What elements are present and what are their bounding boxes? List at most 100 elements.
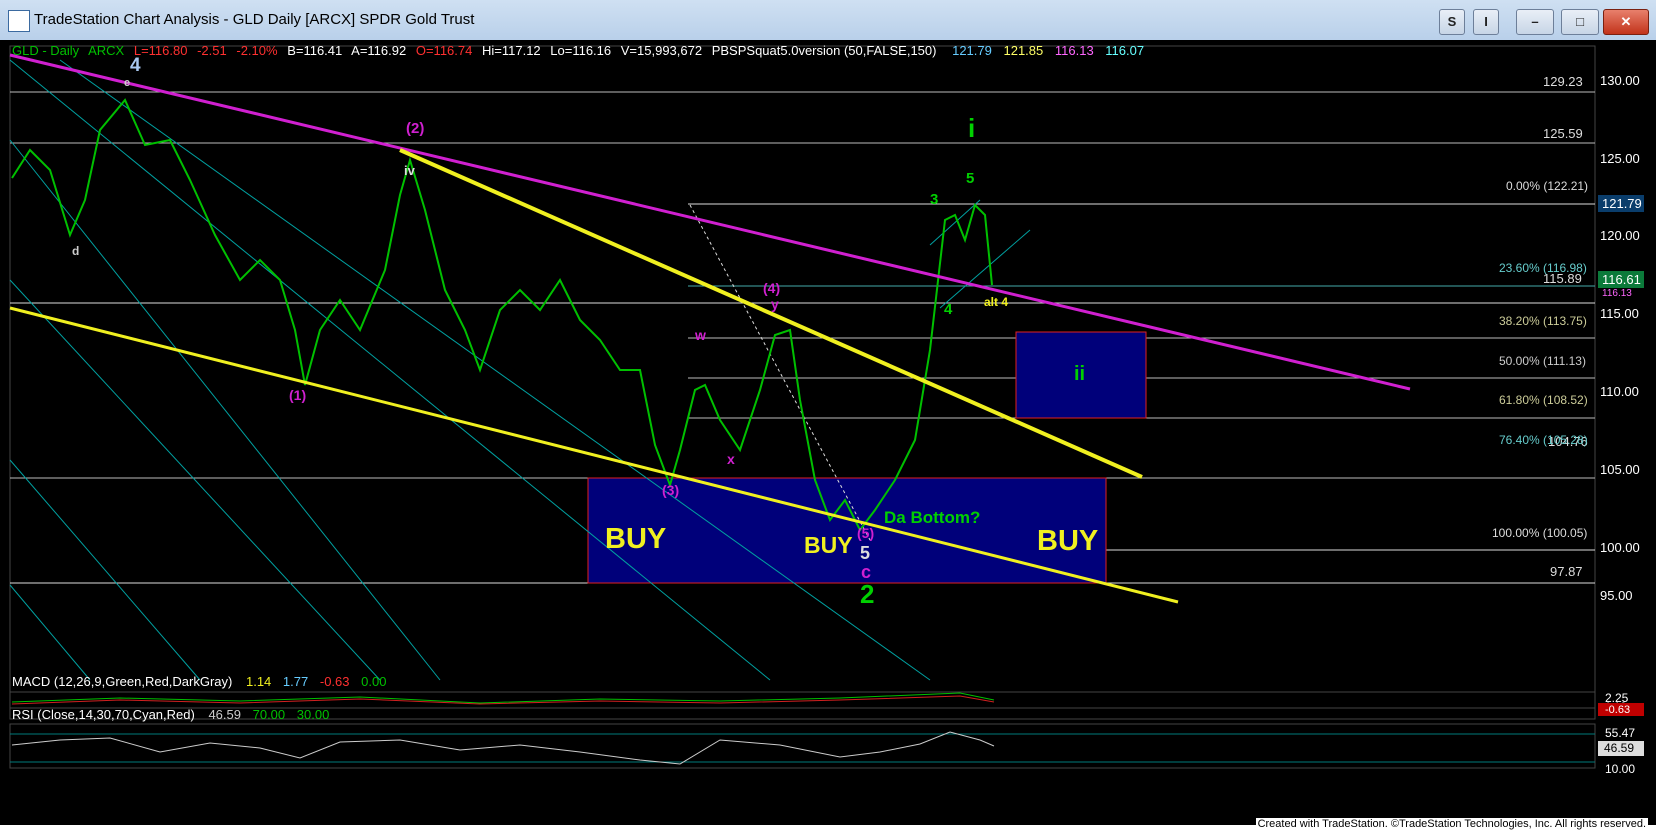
rsi-label: RSI (Close,14,30,70,Cyan,Red) (12, 707, 195, 722)
fib-labels: 0.00% (122.21) 23.60% (116.98) 38.20% (1… (1492, 179, 1588, 540)
macd-v3: -0.63 (320, 674, 350, 689)
wave-x-label: x (727, 451, 735, 467)
price-tick: 100.00 (1600, 540, 1640, 555)
fib-label-618: 61.80% (108.52) (1499, 393, 1588, 407)
header-study: PBSPSquat5.0version (50,FALSE,150) (712, 43, 937, 58)
rsi-axis-value: 46.59 (1604, 741, 1634, 755)
magenta-trendline (9, 53, 1411, 391)
chart-svg[interactable]: GLD - Daily ARCX L=116.80 -2.51 -2.10% B… (0, 40, 1656, 825)
macd-v4: 0.00 (361, 674, 386, 689)
price-panel-frame (9, 45, 1596, 720)
indicator-button[interactable]: I (1473, 9, 1499, 35)
last-price-label: 121.79 (1602, 196, 1642, 211)
header-v4: 116.07 (1105, 43, 1144, 58)
header-change: -2.51 (197, 43, 227, 58)
price-tick: 105.00 (1600, 462, 1640, 477)
minimize-button[interactable]: – (1516, 9, 1554, 35)
wave-1-paren-label: (1) (289, 387, 306, 403)
price-tick: 125.00 (1600, 151, 1640, 166)
price-tick: 130.00 (1600, 73, 1640, 88)
svg-text:GLD - Daily ARCX L=116: GLD - Daily ARCX L=116.80 -2.51 -2.10% B… (12, 43, 1144, 58)
wave-y-label: y (771, 296, 779, 312)
fib-label-382: 38.20% (113.75) (1499, 314, 1587, 328)
buy-label-right: BUY (1037, 525, 1098, 557)
cyan-channel-lines (9, 59, 1031, 681)
wave-w-label: w (694, 327, 706, 343)
macd-v2: 1.77 (283, 674, 308, 689)
svg-text:MACD (12,26,9,Green,Red,DarkGr: MACD (12,26,9,Green,Red,DarkGray) 1.14 1… (12, 674, 386, 689)
buy-label-mid: BUY (804, 532, 853, 558)
wave-3-green-label: 3 (930, 191, 938, 208)
buy-label-left: BUY (605, 523, 666, 555)
chart-app-icon (8, 10, 30, 32)
wave-5-white-label: 5 (860, 543, 870, 563)
header-volume: V=15,993,672 (621, 43, 702, 58)
wave-labels: 4 e d iv (2) (1) (3) (4) (5) w x y 5 c 2… (72, 55, 1098, 609)
wave-5-paren-label: (5) (857, 525, 874, 541)
wave-5-green-label: 5 (966, 170, 974, 187)
rsi-axis-hi: 55.47 (1605, 726, 1635, 740)
header-pct: -2.10% (236, 43, 278, 58)
chart-area[interactable]: GLD - Daily ARCX L=116.80 -2.51 -2.10% B… (0, 40, 1656, 825)
svg-text:RSI (Close,14,30,70,Cyan,Red): RSI (Close,14,30,70,Cyan,Red) 46.59 70.0… (12, 707, 329, 722)
price-axis: 130.00 125.00 120.00 115.00 110.00 105.0… (1600, 73, 1640, 603)
current-price-label: 116.61 (1602, 272, 1641, 287)
fib-label-764: 76.40% (105.28) (1499, 433, 1588, 447)
macd-signal-line (11, 695, 995, 705)
level-label: 129.23 (1543, 74, 1583, 89)
fib-label-0: 0.00% (122.21) (1506, 179, 1588, 193)
maximize-button[interactable]: □ (1561, 9, 1599, 35)
header-symbol: GLD - Daily (12, 43, 80, 58)
footer-credit: Created with TradeStation. ©TradeStation… (1255, 818, 1648, 830)
rsi-v2: 70.00 (253, 707, 286, 722)
header-ask: A=116.92 (351, 43, 406, 58)
da-bottom-label: Da Bottom? (884, 508, 980, 527)
macd-v1: 1.14 (246, 674, 271, 689)
header-high: Hi=117.12 (482, 43, 541, 58)
rsi-v3: 30.00 (297, 707, 330, 722)
macd-panel-frame (9, 691, 1596, 709)
fib-label-236: 23.60% (116.98) (1499, 261, 1587, 275)
wave-4-green-label: 4 (944, 301, 953, 318)
symbol-link-button[interactable]: S (1439, 9, 1465, 35)
wave-3-paren-label: (3) (662, 482, 679, 498)
header-bid: B=116.41 (287, 43, 342, 58)
wave-d-label: d (72, 244, 79, 258)
wave-4-paren-label: (4) (763, 280, 780, 296)
rsi-v1: 46.59 (208, 707, 241, 722)
header-v3: 116.13 (1055, 43, 1094, 58)
header-v1: 121.79 (952, 43, 992, 58)
fib-label-50: 50.00% (111.13) (1499, 354, 1586, 368)
macd-axis-value: -0.63 (1605, 704, 1630, 716)
close-button[interactable]: ✕ (1603, 9, 1649, 35)
alt-4-label: alt 4 (984, 295, 1008, 309)
header-exchange: ARCX (88, 43, 124, 58)
level-label: 97.87 (1550, 564, 1583, 579)
wave-4-label: 4 (130, 55, 141, 76)
rsi-axis-lo: 10.00 (1605, 762, 1635, 776)
header-v2: 121.85 (1003, 43, 1043, 58)
window-title: TradeStation Chart Analysis - GLD Daily … (34, 11, 475, 28)
wave-ii-label: ii (1074, 363, 1085, 385)
wave-e-label: e (124, 77, 130, 89)
macd-label: MACD (12,26,9,Green,Red,DarkGray) (12, 674, 232, 689)
wave-2-green-label: 2 (860, 579, 874, 609)
price-tick: 115.00 (1600, 306, 1639, 321)
wave-2-paren-label: (2) (406, 120, 424, 137)
title-bar: TradeStation Chart Analysis - GLD Daily … (0, 0, 1656, 41)
macd-line (11, 692, 995, 704)
header-open: O=116.74 (416, 43, 473, 58)
fib-label-100: 100.00% (100.05) (1492, 526, 1587, 540)
price-bars (11, 98, 993, 532)
yellow-trendline-upper (399, 148, 1143, 479)
wave-iv-label: iv (404, 163, 416, 178)
rsi-panel-frame (9, 723, 1596, 769)
rsi-line (11, 731, 995, 765)
price-tick: 110.00 (1600, 384, 1639, 399)
wave-i-label: i (968, 113, 975, 143)
price-tick: 95.00 (1600, 588, 1633, 603)
level-label: 125.59 (1543, 126, 1583, 141)
current-sub-label: 116.13 (1602, 288, 1632, 299)
price-tick: 120.00 (1600, 228, 1640, 243)
header-low: Lo=116.16 (550, 43, 611, 58)
